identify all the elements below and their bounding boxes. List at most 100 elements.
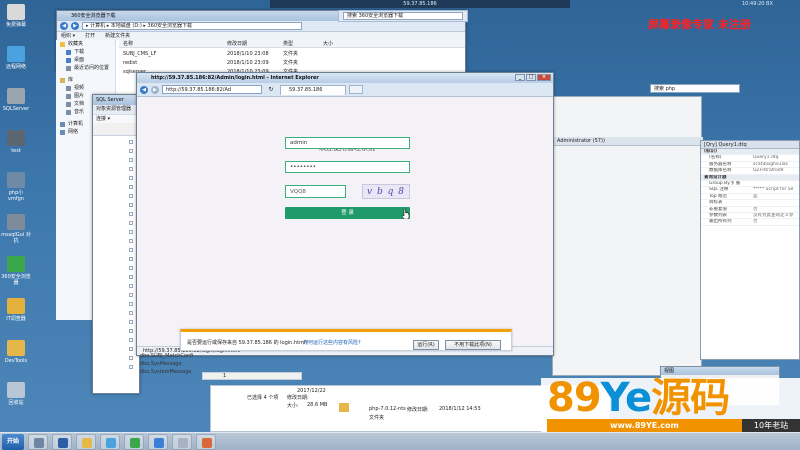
- explorer-menu-item[interactable]: 新建文件夹: [105, 32, 130, 40]
- sql-server-window[interactable]: SQL Server 对象资源管理器 连接 ▾: [92, 94, 140, 394]
- run-button[interactable]: 运行(R): [413, 340, 439, 350]
- sql-connect[interactable]: 连接 ▾: [93, 114, 139, 123]
- tree-expander-icon[interactable]: [129, 203, 133, 207]
- new-tab-button[interactable]: [349, 85, 363, 94]
- back-icon[interactable]: ◀: [60, 22, 68, 30]
- remote-title-bar: 59.37.85.186: [270, 0, 570, 8]
- folder-icon: [60, 121, 65, 127]
- desktop-icon[interactable]: DevTools: [1, 340, 31, 364]
- sql-pager[interactable]: 1: [202, 372, 302, 380]
- tree-expander-icon[interactable]: [129, 365, 133, 369]
- ie-back-icon[interactable]: ◀: [140, 85, 148, 94]
- tree-expander-icon[interactable]: [129, 158, 133, 162]
- tree-expander-icon[interactable]: [129, 239, 133, 243]
- col-type[interactable]: 类型: [283, 40, 323, 47]
- property-row[interactable]: 输出所有列 否: [701, 219, 799, 226]
- tree-expander-icon[interactable]: [129, 302, 133, 306]
- desktop-icon[interactable]: 远程网络: [1, 46, 31, 70]
- ie-window[interactable]: http://59.37.85.186:82/Admin/login.html …: [136, 72, 554, 356]
- ie-forward-icon[interactable]: ▶: [151, 85, 159, 94]
- db-table-row[interactable]: dbo.SystemMessage: [140, 368, 191, 376]
- tree-expander-icon[interactable]: [129, 194, 133, 198]
- tool-taskbar-button[interactable]: [196, 434, 216, 450]
- ie-maximize-button[interactable]: □: [526, 74, 536, 81]
- start-button[interactable]: 开始: [2, 434, 24, 450]
- browser-taskbar-button[interactable]: [124, 434, 144, 450]
- tree-expander-icon[interactable]: [129, 320, 133, 324]
- sql-titlebar[interactable]: SQL Server: [93, 95, 139, 105]
- ie-taskbar-button[interactable]: [148, 434, 168, 450]
- tree-expander-icon[interactable]: [129, 266, 133, 270]
- tree-expander-icon[interactable]: [129, 311, 133, 315]
- tree-expander-icon[interactable]: [129, 329, 133, 333]
- tree-expander-icon[interactable]: [129, 140, 133, 144]
- login-button[interactable]: 登 录: [285, 207, 410, 219]
- tree-expander-icon[interactable]: [129, 149, 133, 153]
- sql-taskbar-button[interactable]: [172, 434, 192, 450]
- ie-titlebar[interactable]: http://59.37.85.186:82/Admin/login.html …: [137, 73, 553, 83]
- col-date[interactable]: 修改日期: [227, 40, 283, 47]
- db-table-row[interactable]: dbo.SUBJ_MatchConfi: [140, 352, 193, 360]
- file-row[interactable]: redist 2018/1/10 23:09 文件夹: [119, 59, 465, 67]
- nav-item[interactable]: 下载: [56, 48, 115, 56]
- tree-expander-icon[interactable]: [129, 338, 133, 342]
- tree-expander-icon[interactable]: [129, 347, 133, 351]
- tree-expander-icon[interactable]: [129, 176, 133, 180]
- db-table-row[interactable]: dbo.SysMessage: [140, 360, 182, 368]
- notification-link[interactable]: 为何运行这些内容有风险?: [303, 339, 361, 346]
- captcha-image[interactable]: v b q 8: [362, 184, 410, 199]
- desktop-icon[interactable]: php小vmfgn: [1, 172, 31, 202]
- desktop-icon[interactable]: SQLServer: [1, 88, 31, 112]
- sql-query-tab[interactable]: Administrator (57)): [553, 137, 703, 146]
- nav-item[interactable]: 收藏夹: [56, 40, 115, 48]
- ie-url-input[interactable]: http://59.37.85.186:82/Ad: [162, 85, 262, 94]
- desktop-icon[interactable]: test: [1, 130, 31, 154]
- file-date: 2018/1/10 23:09: [227, 60, 269, 66]
- powershell-taskbar-button[interactable]: [52, 434, 72, 450]
- forward-icon[interactable]: ▶: [71, 22, 79, 30]
- tree-expander-icon[interactable]: [129, 185, 133, 189]
- nav-item[interactable]: 桌面: [56, 56, 115, 64]
- explorer-menu-item[interactable]: 打开: [85, 32, 95, 40]
- file-name[interactable]: php-7.0.12-nts: [369, 406, 406, 412]
- desktop-icon[interactable]: 免费弹幕: [1, 4, 31, 28]
- password-field[interactable]: ••••••••: [285, 161, 410, 173]
- nav-item[interactable]: 库: [56, 76, 115, 84]
- explorer-search-input[interactable]: 搜索 360安全浏览器下载: [343, 12, 463, 20]
- tree-expander-icon[interactable]: [129, 221, 133, 225]
- tree-expander-icon[interactable]: [129, 275, 133, 279]
- username-field[interactable]: admin: [285, 137, 410, 149]
- desktop-icon[interactable]: 360安全浏览器: [1, 256, 31, 286]
- tree-expander-icon[interactable]: [129, 248, 133, 252]
- col-size[interactable]: 大小: [323, 40, 363, 47]
- nav-item[interactable]: 最近访问的位置: [56, 64, 115, 72]
- explorer-menu-item[interactable]: 组织 ▾: [61, 32, 75, 40]
- ie-tab[interactable]: 59.37.85.186: [280, 84, 346, 95]
- network-taskbar-button[interactable]: [100, 434, 120, 450]
- file-row[interactable]: SUBJ_CMS_LF 2018/1/10 23:08 文件夹: [119, 50, 465, 58]
- server-manager-taskbar-button[interactable]: [28, 434, 48, 450]
- tree-expander-icon[interactable]: [129, 284, 133, 288]
- tree-expander-icon[interactable]: [129, 293, 133, 297]
- nav-item[interactable]: 视频: [56, 84, 115, 92]
- desktop-icon[interactable]: mssqlGui 对抗: [1, 214, 31, 244]
- sql-object-tree[interactable]: [93, 135, 139, 393]
- tree-expander-icon[interactable]: [129, 356, 133, 360]
- refresh-icon[interactable]: ↻: [265, 85, 277, 94]
- logo-brand: 89Ye源码: [547, 375, 730, 421]
- ie-search-input[interactable]: 搜索 php: [650, 84, 740, 93]
- ie-close-button[interactable]: ×: [537, 74, 551, 81]
- tree-expander-icon[interactable]: [129, 212, 133, 216]
- dont-download-button[interactable]: 不用下载此项(N): [445, 340, 501, 350]
- desktop-icon[interactable]: IT调查器: [1, 298, 31, 322]
- desktop-icon[interactable]: 回收站: [1, 382, 31, 406]
- tree-expander-icon[interactable]: [129, 230, 133, 234]
- logo-cn: 源码: [651, 375, 730, 421]
- captcha-input[interactable]: VQQ8: [285, 185, 346, 198]
- tree-expander-icon[interactable]: [129, 257, 133, 261]
- ie-minimize-button[interactable]: _: [515, 74, 525, 81]
- tree-expander-icon[interactable]: [129, 167, 133, 171]
- explorer-taskbar-button[interactable]: [76, 434, 96, 450]
- col-name[interactable]: 名称: [119, 40, 227, 47]
- explorer-address-input[interactable]: ▸ 计算机 ▸ 本地磁盘 (D:) ▸ 360安全浏览器下载: [82, 22, 302, 30]
